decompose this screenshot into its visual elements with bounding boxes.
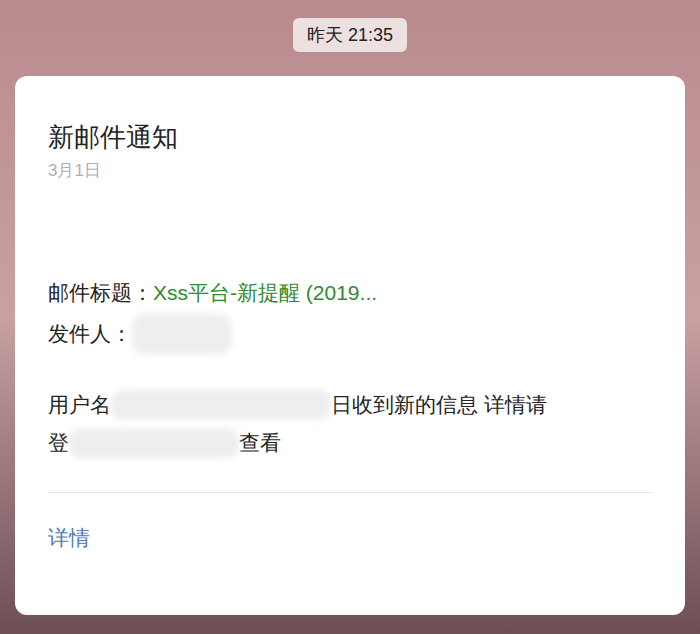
- sender-row: 发件人：: [48, 314, 652, 354]
- lock-screen: 昨天 21:35 新邮件通知 3月1日邮件标题：Xss平台-新提醒 (2019...…: [0, 0, 700, 634]
- message-line: 登查看: [48, 428, 652, 458]
- redaction-blur: [132, 314, 232, 354]
- redaction-blur: [111, 390, 331, 420]
- card-title: 新邮件通知: [48, 120, 652, 154]
- subject-row: 邮件标题：Xss平台-新提醒 (2019...: [48, 278, 652, 308]
- message-line: 用户名日收到新的信息 详情请: [48, 390, 652, 420]
- timestamp-pill: 昨天 21:35: [293, 18, 407, 52]
- redaction-blur: [69, 428, 239, 458]
- card-date: 3月1日: [48, 160, 652, 182]
- message: 用户名日收到新的信息 详情请登查看: [48, 390, 652, 458]
- divider: [48, 492, 652, 493]
- details-link[interactable]: 详情: [48, 526, 90, 549]
- subject-value: Xss平台-新提醒 (2019...: [153, 278, 377, 308]
- notification-card[interactable]: 新邮件通知 3月1日邮件标题：Xss平台-新提醒 (2019... 发件人： 用户名日…: [15, 76, 685, 615]
